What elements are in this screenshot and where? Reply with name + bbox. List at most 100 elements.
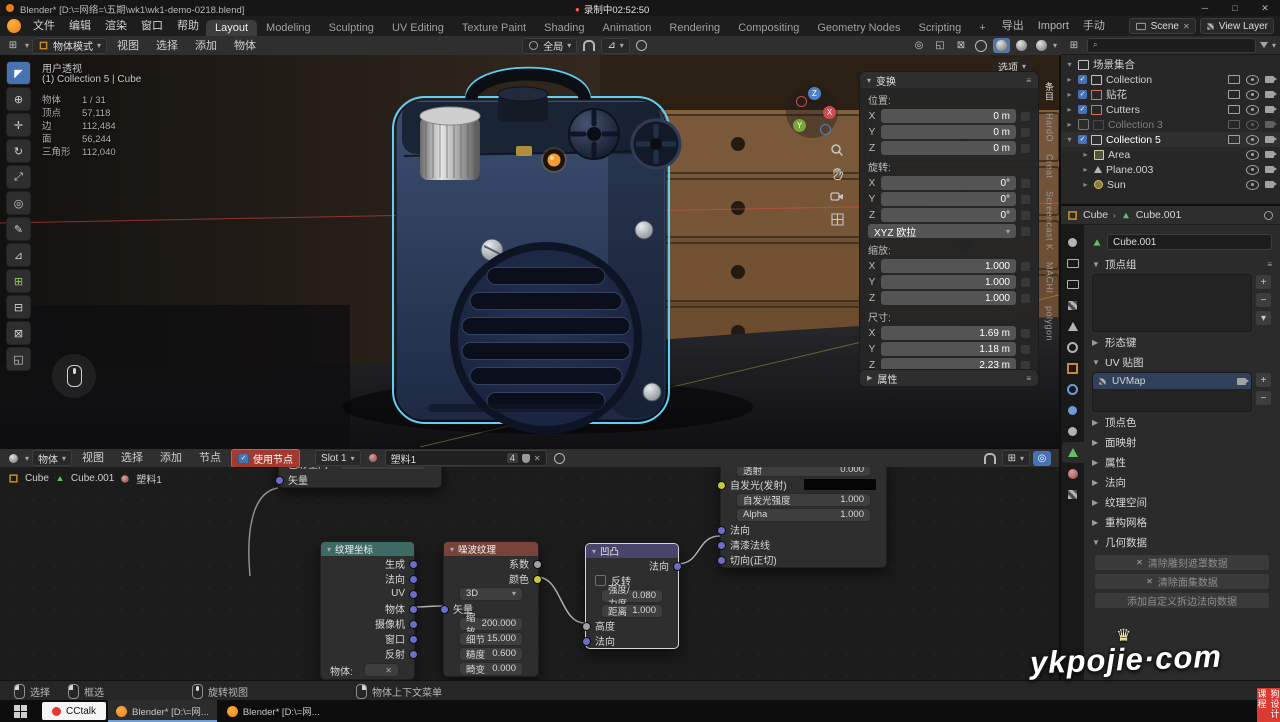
show-gizmo-icon[interactable]: ◎ — [910, 38, 928, 53]
sidebar-tab-create[interactable]: Creat — [1045, 148, 1055, 185]
menu-file[interactable]: 文件 — [26, 16, 62, 36]
taskbar-blender-1[interactable]: Blender* [D:\=网... — [108, 700, 217, 722]
menu-render[interactable]: 渲染 — [98, 16, 134, 36]
shading-solid-button[interactable] — [993, 38, 1010, 53]
xray-icon[interactable]: ⊠ — [952, 38, 970, 53]
location-z-field[interactable]: 0 m — [881, 141, 1016, 155]
scale-y-field[interactable]: 1.000 — [881, 275, 1016, 289]
animate-decorator[interactable] — [1021, 211, 1030, 220]
distortion-field[interactable]: 畸变0.000 — [459, 662, 523, 676]
shader-editor-type-icon[interactable] — [4, 451, 22, 466]
expander-icon[interactable]: ▸ — [1081, 180, 1090, 189]
viewport-menu-add[interactable]: 添加 — [188, 37, 224, 55]
hide-icon[interactable] — [1246, 180, 1259, 190]
panel-normals[interactable]: ▶法向 — [1084, 472, 1280, 492]
exclude-checkbox[interactable] — [1078, 119, 1089, 130]
panel-menu-icon[interactable]: ≡ — [1267, 260, 1272, 269]
node-header[interactable]: ▾ 纹理坐标 — [321, 542, 414, 556]
use-nodes-toggle[interactable]: ✓ 使用节点 — [231, 449, 300, 468]
radio-model[interactable] — [393, 68, 680, 434]
socket[interactable] — [409, 590, 418, 599]
tab-world[interactable] — [1062, 337, 1084, 358]
panel-shape-keys[interactable]: ▶形态键 — [1084, 332, 1280, 352]
clear-sculpt-mask-button[interactable]: ✕清除雕刻遮罩数据 — [1094, 554, 1270, 571]
filter-icon[interactable] — [1260, 42, 1268, 48]
browse-material-icon[interactable] — [364, 451, 382, 466]
viewport-menu-object[interactable]: 物体 — [227, 37, 263, 55]
object-field[interactable]: ✕ — [364, 663, 399, 677]
tool-cursor[interactable]: ⊕ — [6, 87, 31, 111]
node-bump[interactable]: ▾ 凹凸 法向 反转 强度/力度0.080 距离1.000 高度 法向 — [585, 543, 679, 649]
animate-decorator[interactable] — [1021, 112, 1030, 121]
tool-add-cube[interactable]: ⊞ — [6, 269, 31, 293]
ortho-grid-icon[interactable] — [826, 209, 848, 229]
uv-map-item[interactable]: UVMap — [1093, 373, 1251, 389]
hide-icon[interactable] — [1246, 105, 1259, 115]
disable-viewport-icon[interactable] — [1228, 90, 1240, 99]
navigation-gizmo[interactable]: Z X Y — [786, 86, 838, 138]
breadcrumb-object[interactable]: Cube — [1083, 209, 1108, 221]
node-header[interactable]: ▾ 凹凸 — [586, 544, 678, 558]
tab-texture[interactable] — [1062, 484, 1084, 505]
colorspace-dropdown[interactable]: Non-Color▾ — [339, 467, 426, 470]
viewport-menu-view[interactable]: 视图 — [110, 37, 146, 55]
editor-type-icon[interactable]: ⊞ — [4, 38, 22, 53]
clear-face-sets-button[interactable]: ✕清除面集数据 — [1094, 573, 1270, 590]
shading-material-button[interactable] — [1013, 38, 1030, 53]
clearcoat-normal-socket[interactable] — [717, 541, 726, 550]
animate-decorator[interactable] — [1021, 294, 1030, 303]
tab-render[interactable] — [1062, 253, 1084, 274]
transform-panel-header[interactable]: ▾ 变换 ≡ — [860, 72, 1038, 88]
expander-icon[interactable]: ▸ — [1065, 120, 1074, 129]
snap-target-dropdown[interactable]: ⊿ ▾ — [601, 38, 629, 54]
workspace-tab-layout[interactable]: Layout — [206, 20, 257, 36]
tool-rotate[interactable]: ↻ — [6, 139, 31, 163]
tab-material[interactable] — [1062, 463, 1084, 484]
expander-icon[interactable]: ▸ — [1065, 90, 1074, 99]
location-y-field[interactable]: 0 m — [881, 125, 1016, 139]
tab-physics[interactable] — [1062, 400, 1084, 421]
shader-menu-add[interactable]: 添加 — [153, 450, 189, 467]
tangent-socket[interactable] — [717, 556, 726, 565]
panel-vertex-colors[interactable]: ▶顶点色 — [1084, 412, 1280, 432]
transform-orientation-dropdown[interactable]: 全局 ▾ — [522, 38, 577, 54]
dim-y-field[interactable]: 1.18 m — [881, 342, 1016, 356]
detail-field[interactable]: 细节15.000 — [459, 632, 523, 646]
strength-field[interactable]: 强度/力度0.080 — [601, 589, 663, 603]
editor-type-caret-icon[interactable]: ▾ — [25, 41, 29, 50]
scale-field[interactable]: 缩放200.000 — [459, 617, 523, 631]
sidebar-tab-screencast[interactable]: Screencast K — [1045, 185, 1055, 257]
exclude-checkbox[interactable]: ✓ — [1078, 135, 1087, 144]
expander-icon[interactable]: ▾ — [1065, 135, 1074, 144]
remove-uv-map-button[interactable]: − — [1255, 390, 1272, 406]
vertex-groups-list-box[interactable] — [1092, 274, 1252, 332]
tool-select-box[interactable]: ◤ — [6, 61, 31, 85]
dim-x-field[interactable]: 1.69 m — [881, 326, 1016, 340]
panel-menu-icon[interactable]: ≡ — [1026, 374, 1031, 383]
animate-decorator[interactable] — [1021, 195, 1030, 204]
workspace-tab-animation[interactable]: Animation — [594, 20, 661, 36]
pin-icon[interactable] — [554, 453, 565, 464]
node-header[interactable]: ▾ 噪波纹理 — [444, 542, 538, 556]
workspace-tab-compositing[interactable]: Compositing — [729, 20, 808, 36]
slot-dropdown[interactable]: Slot 1▾ — [315, 450, 361, 466]
disable-render-icon[interactable] — [1265, 181, 1274, 188]
workspace-tab-shading[interactable]: Shading — [535, 20, 593, 36]
tool-measure[interactable]: ⊿ — [6, 243, 31, 267]
shading-options-caret-icon[interactable]: ▾ — [1053, 41, 1057, 50]
animate-decorator[interactable] — [1021, 262, 1030, 271]
animate-decorator[interactable] — [1021, 227, 1030, 236]
animate-decorator[interactable] — [1021, 329, 1030, 338]
node-canvas[interactable]: Cube Cube.001 塑料1 色彩空间 Non-Color▾ — [0, 467, 1059, 680]
hide-icon[interactable] — [1246, 120, 1259, 130]
panel-face-maps[interactable]: ▶面映射 — [1084, 432, 1280, 452]
uv-render-icon[interactable] — [1237, 378, 1246, 385]
tool-transform[interactable]: ◎ — [6, 191, 31, 215]
socket[interactable] — [409, 560, 418, 569]
outliner-row-scene-collection[interactable]: ▾ 场景集合 — [1061, 57, 1280, 72]
exclude-checkbox[interactable]: ✓ — [1078, 75, 1087, 84]
disable-viewport-icon[interactable] — [1228, 105, 1240, 114]
node-principled-bsdf[interactable]: 透射0.000 自发光(发射) 自发光强度1.000 Alpha1.000 法向… — [720, 467, 887, 568]
vector-socket[interactable] — [275, 476, 284, 485]
close-button[interactable]: ✕ — [1250, 0, 1280, 16]
